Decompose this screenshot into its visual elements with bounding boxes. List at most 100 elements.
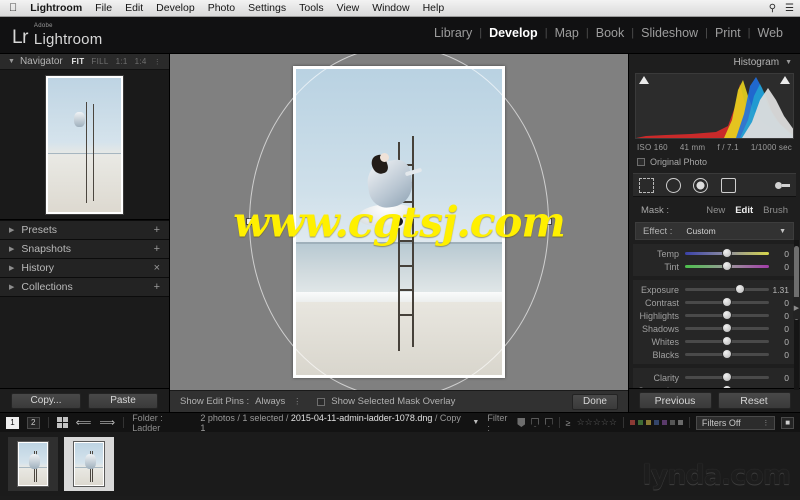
chevron-down-icon[interactable]: ▼: [472, 419, 479, 426]
menu-item-settings[interactable]: Settings: [248, 2, 286, 14]
image-canvas[interactable]: ✥ www.cgtsj.com: [170, 54, 628, 390]
mask-overlay-checkbox[interactable]: [317, 397, 326, 406]
slider-highlights[interactable]: Highlights 0: [633, 309, 796, 322]
module-book[interactable]: Book: [589, 26, 632, 40]
slider-clarity[interactable]: Clarity 0: [633, 371, 796, 384]
done-button[interactable]: Done: [572, 393, 618, 410]
sidebar-item-presets[interactable]: ▶ Presets +: [0, 221, 169, 240]
slider-track[interactable]: [685, 285, 769, 293]
slider-temp[interactable]: Temp 0: [633, 247, 796, 260]
module-slideshow[interactable]: Slideshow: [634, 26, 705, 40]
previous-button[interactable]: Previous: [638, 392, 712, 409]
edit-pins-value[interactable]: Always: [255, 396, 285, 407]
screen-2-button[interactable]: 2: [26, 416, 40, 429]
flag-unflagged-icon[interactable]: [531, 418, 539, 427]
chevron-down-icon[interactable]: ▼: [785, 59, 792, 66]
module-develop[interactable]: Develop: [482, 26, 545, 40]
add-preset-icon[interactable]: +: [154, 224, 160, 236]
filters-off-dropdown[interactable]: Filters Off ⋮: [695, 415, 776, 430]
sidebar-item-snapshots[interactable]: ▶ Snapshots +: [0, 240, 169, 259]
menu-item-photo[interactable]: Photo: [208, 2, 235, 14]
original-photo-row[interactable]: Original Photo: [637, 157, 792, 167]
chevron-down-icon[interactable]: ▼: [779, 228, 786, 235]
slider-track[interactable]: [685, 249, 769, 257]
zoom-fit[interactable]: FIT: [72, 57, 85, 66]
navigator-header[interactable]: ▼ Navigator FIT FILL 1:1 1:4 ⋮: [0, 54, 169, 70]
slider-track[interactable]: [685, 262, 769, 270]
stepper-icon[interactable]: ⋮: [762, 419, 769, 427]
histogram[interactable]: [635, 73, 794, 139]
slider-knob[interactable]: [723, 249, 731, 257]
filmstrip-thumb-2[interactable]: [64, 437, 114, 491]
module-web[interactable]: Web: [751, 26, 790, 40]
menu-item-develop[interactable]: Develop: [156, 2, 195, 14]
folder-label[interactable]: Folder : Ladder: [132, 413, 192, 433]
slider-track[interactable]: [685, 350, 769, 358]
slider-knob[interactable]: [723, 262, 731, 270]
slider-track[interactable]: [685, 311, 769, 319]
menu-item-help[interactable]: Help: [423, 2, 445, 14]
spot-removal-icon[interactable]: [666, 177, 682, 193]
arrow-right-icon[interactable]: ⟹: [99, 416, 115, 429]
slider-track[interactable]: [685, 373, 769, 381]
paste-settings-button[interactable]: Paste: [88, 392, 158, 409]
apple-icon[interactable]: : [9, 2, 17, 14]
filter-toggle-button[interactable]: ■: [781, 416, 794, 429]
slider-knob[interactable]: [723, 350, 731, 358]
flag-picked-icon[interactable]: [517, 418, 526, 427]
navigator-preview[interactable]: [0, 70, 169, 220]
screen-1-button[interactable]: 1: [6, 416, 19, 429]
list-icon[interactable]: ☰: [785, 3, 794, 14]
slider-whites[interactable]: Whites 0: [633, 335, 796, 348]
slider-track[interactable]: [685, 337, 769, 345]
copy-settings-button[interactable]: Copy...: [11, 392, 81, 409]
slider-knob[interactable]: [723, 386, 731, 388]
module-map[interactable]: Map: [548, 26, 586, 40]
menu-item-window[interactable]: Window: [372, 2, 409, 14]
grid-view-icon[interactable]: [56, 417, 68, 428]
histogram-header[interactable]: Histogram ▼: [629, 54, 800, 70]
slider-knob[interactable]: [723, 311, 731, 319]
slider-tint[interactable]: Tint 0: [633, 260, 796, 273]
edit-pins-stepper-icon[interactable]: ⋮: [293, 397, 301, 406]
chevron-down-icon[interactable]: ▼: [8, 58, 15, 65]
reset-button[interactable]: Reset: [717, 392, 791, 409]
menu-item-view[interactable]: View: [337, 2, 360, 14]
rating-operator[interactable]: ≥: [566, 418, 571, 428]
zoom-fill[interactable]: FILL: [91, 57, 108, 66]
flag-rejected-icon[interactable]: [545, 418, 553, 427]
slider-contrast[interactable]: Contrast 0: [633, 296, 796, 309]
original-photo-checkbox[interactable]: [637, 158, 645, 166]
menu-item-lightroom[interactable]: Lightroom: [30, 2, 82, 14]
slider-knob[interactable]: [723, 373, 731, 381]
effect-selector[interactable]: Effect : Custom ▼: [635, 222, 794, 240]
menu-item-edit[interactable]: Edit: [125, 2, 143, 14]
menu-item-tools[interactable]: Tools: [299, 2, 324, 14]
add-collection-icon[interactable]: +: [154, 281, 160, 293]
right-panel-collapse-handle[interactable]: ▶: [793, 297, 800, 319]
mask-mode-brush[interactable]: Brush: [763, 205, 788, 216]
color-label-filter[interactable]: [629, 420, 683, 425]
slider-knob[interactable]: [723, 324, 731, 332]
filmstrip-thumb-1[interactable]: [8, 437, 58, 491]
search-icon[interactable]: ⚲: [769, 3, 776, 14]
slider-knob[interactable]: [723, 337, 731, 345]
zoom-stepper-icon[interactable]: ⋮: [154, 58, 161, 66]
crop-grid-icon[interactable]: [639, 177, 655, 193]
arrow-left-icon[interactable]: ⟸: [76, 416, 92, 429]
zoom-1-4[interactable]: 1:4: [135, 57, 147, 66]
slider-track[interactable]: [685, 324, 769, 332]
slider-blacks[interactable]: Blacks 0: [633, 348, 796, 361]
slider-knob[interactable]: [723, 298, 731, 306]
star-rating-filter[interactable]: ☆☆☆☆☆: [577, 417, 617, 428]
add-snapshot-icon[interactable]: +: [154, 243, 160, 255]
sidebar-item-collections[interactable]: ▶ Collections +: [0, 278, 169, 297]
clear-history-icon[interactable]: ×: [154, 262, 160, 274]
mask-mode-edit[interactable]: Edit: [735, 205, 753, 216]
graduated-filter-icon[interactable]: [720, 177, 736, 193]
slider-shadows[interactable]: Shadows 0: [633, 322, 796, 335]
slider-exposure[interactable]: Exposure 1.31: [633, 283, 796, 296]
mask-mode-new[interactable]: New: [706, 205, 725, 216]
module-library[interactable]: Library: [427, 26, 479, 40]
menu-item-file[interactable]: File: [95, 2, 112, 14]
